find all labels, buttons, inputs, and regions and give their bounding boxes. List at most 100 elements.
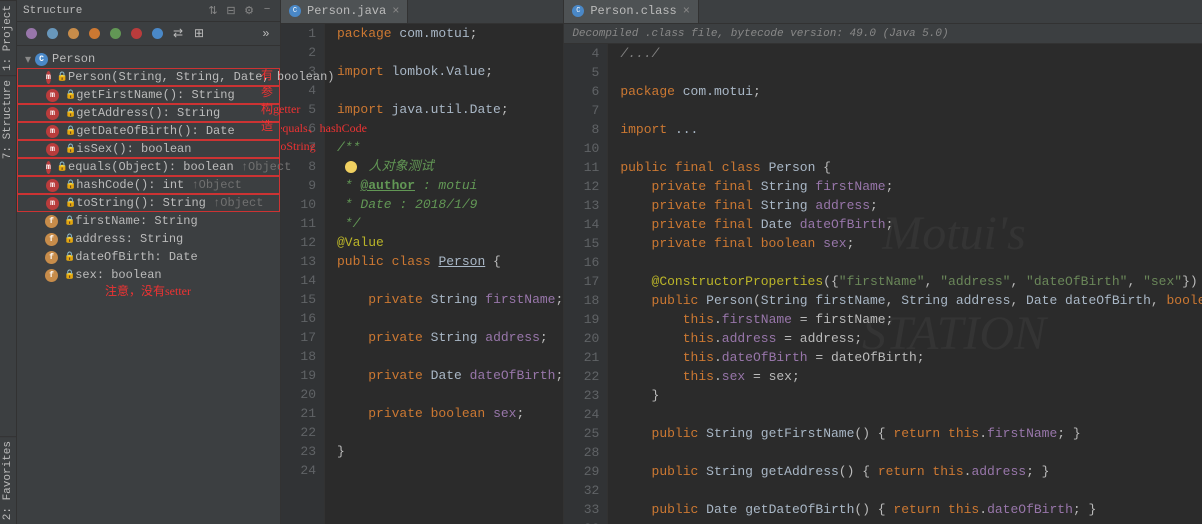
code-body[interactable]: equals、hashCode toString package com.mot…: [325, 24, 563, 524]
tree-method-row[interactable]: m🔒 hashCode(): int ↑Object: [17, 176, 280, 194]
code-line[interactable]: [620, 443, 1202, 462]
code-line[interactable]: [337, 461, 563, 480]
line-number[interactable]: 18: [564, 291, 599, 310]
code-line[interactable]: }: [620, 386, 1202, 405]
code-line[interactable]: * Date : 2018/1/9: [337, 195, 563, 214]
code-line[interactable]: import lombok.Value;: [337, 62, 563, 81]
code-line[interactable]: @Value: [337, 233, 563, 252]
code-line[interactable]: package com.motui;: [620, 82, 1202, 101]
code-line[interactable]: package com.motui;: [337, 24, 563, 43]
line-number[interactable]: 11: [564, 158, 599, 177]
code-line[interactable]: [620, 139, 1202, 158]
code-line[interactable]: /**: [337, 138, 563, 157]
line-number[interactable]: 9: [281, 176, 316, 195]
line-number[interactable]: 8: [564, 120, 599, 139]
code-line[interactable]: public Person(String firstName, String a…: [620, 291, 1202, 310]
code-line[interactable]: }: [337, 442, 563, 461]
code-line[interactable]: private final String address;: [620, 196, 1202, 215]
tab-person-class[interactable]: C Person.class ×: [564, 0, 699, 23]
collapse-icon[interactable]: ⊟: [224, 4, 238, 18]
line-number[interactable]: 1: [281, 24, 316, 43]
show-anon-icon[interactable]: [105, 24, 125, 44]
show-properties-icon[interactable]: [147, 24, 167, 44]
tree-root[interactable]: ▾ C Person: [17, 50, 280, 68]
code-line[interactable]: [337, 385, 563, 404]
show-inherited-icon[interactable]: [84, 24, 104, 44]
show-lambda-icon[interactable]: [126, 24, 146, 44]
code-line[interactable]: [337, 423, 563, 442]
close-icon[interactable]: ×: [392, 4, 399, 18]
code-line[interactable]: [337, 119, 563, 138]
line-number[interactable]: 24: [281, 461, 316, 480]
tree-field-row[interactable]: f🔒 address: String: [17, 230, 280, 248]
sort-alpha-icon[interactable]: [21, 24, 41, 44]
code-line[interactable]: [620, 253, 1202, 272]
code-line[interactable]: private final String firstName;: [620, 177, 1202, 196]
code-line[interactable]: private String address;: [337, 328, 563, 347]
tree-method-row[interactable]: m🔒 Person(String, String, Date, boolean): [17, 68, 280, 86]
expand-all-icon[interactable]: ⊞: [189, 24, 209, 44]
code-line[interactable]: this.firstName = firstName;: [620, 310, 1202, 329]
line-number[interactable]: 15: [564, 234, 599, 253]
code-line[interactable]: import ...: [620, 120, 1202, 139]
line-number[interactable]: 23: [281, 442, 316, 461]
tree-method-row[interactable]: m🔒 isSex(): boolean: [17, 140, 280, 158]
line-number[interactable]: 11: [281, 214, 316, 233]
code-line[interactable]: [620, 405, 1202, 424]
line-number[interactable]: 21: [564, 348, 599, 367]
close-icon[interactable]: ×: [683, 4, 690, 18]
code-line[interactable]: private Date dateOfBirth;: [337, 366, 563, 385]
code-line[interactable]: [337, 347, 563, 366]
autoscroll-icon[interactable]: ⇄: [168, 24, 188, 44]
line-number[interactable]: 25: [564, 424, 599, 443]
line-number[interactable]: 13: [281, 252, 316, 271]
line-number[interactable]: 23: [564, 386, 599, 405]
line-number[interactable]: 5: [564, 63, 599, 82]
code-line[interactable]: /.../: [620, 44, 1202, 63]
line-number[interactable]: 24: [564, 405, 599, 424]
line-number[interactable]: 20: [564, 329, 599, 348]
code-line[interactable]: private String firstName;: [337, 290, 563, 309]
line-number[interactable]: 16: [564, 253, 599, 272]
tab-person-java[interactable]: C Person.java ×: [281, 0, 408, 23]
show-fields-icon[interactable]: [63, 24, 83, 44]
line-number[interactable]: 6: [564, 82, 599, 101]
code-line[interactable]: @ConstructorProperties({"firstName", "ad…: [620, 272, 1202, 291]
code-line[interactable]: public Date getDateOfBirth() { return th…: [620, 500, 1202, 519]
code-line[interactable]: [620, 63, 1202, 82]
tree-method-row[interactable]: m🔒 getAddress(): String: [17, 104, 280, 122]
line-gutter[interactable]: 123456789101112131415161718192021222324: [281, 24, 325, 524]
code-body[interactable]: Motui's STATION /.../package com.motui;i…: [608, 44, 1202, 524]
project-tool[interactable]: 1: Project: [0, 0, 16, 75]
tree-field-row[interactable]: f🔒 dateOfBirth: Date: [17, 248, 280, 266]
code-line[interactable]: public String getFirstName() { return th…: [620, 424, 1202, 443]
code-line[interactable]: [337, 81, 563, 100]
line-number[interactable]: 36: [564, 519, 599, 524]
line-number[interactable]: 32: [564, 481, 599, 500]
line-number[interactable]: 7: [564, 101, 599, 120]
tree-method-row[interactable]: m🔒 getDateOfBirth(): Date: [17, 122, 280, 140]
line-number[interactable]: 17: [281, 328, 316, 347]
code-line[interactable]: public class Person {: [337, 252, 563, 271]
chevron-down-icon[interactable]: ▾: [25, 52, 35, 67]
line-gutter[interactable]: 4567810111213141516171819202122232425282…: [564, 44, 608, 524]
line-number[interactable]: 19: [281, 366, 316, 385]
tree-field-row[interactable]: f🔒 firstName: String: [17, 212, 280, 230]
tree-method-row[interactable]: m🔒 toString(): String ↑Object: [17, 194, 280, 212]
line-number[interactable]: 21: [281, 404, 316, 423]
bulb-icon[interactable]: [345, 161, 357, 173]
line-number[interactable]: 10: [564, 139, 599, 158]
code-line[interactable]: this.sex = sex;: [620, 367, 1202, 386]
next-icon[interactable]: »: [256, 24, 276, 44]
sort-visibility-icon[interactable]: [42, 24, 62, 44]
line-number[interactable]: 20: [281, 385, 316, 404]
code-line[interactable]: [337, 43, 563, 62]
line-number[interactable]: 28: [564, 443, 599, 462]
gear-icon[interactable]: ⚙: [242, 4, 256, 18]
tree-method-row[interactable]: m🔒 getFirstName(): String: [17, 86, 280, 104]
favorites-tool[interactable]: 2: Favorites: [0, 436, 16, 524]
line-number[interactable]: 19: [564, 310, 599, 329]
code-line[interactable]: this.address = address;: [620, 329, 1202, 348]
code-line[interactable]: private final boolean sex;: [620, 234, 1202, 253]
line-number[interactable]: 12: [281, 233, 316, 252]
